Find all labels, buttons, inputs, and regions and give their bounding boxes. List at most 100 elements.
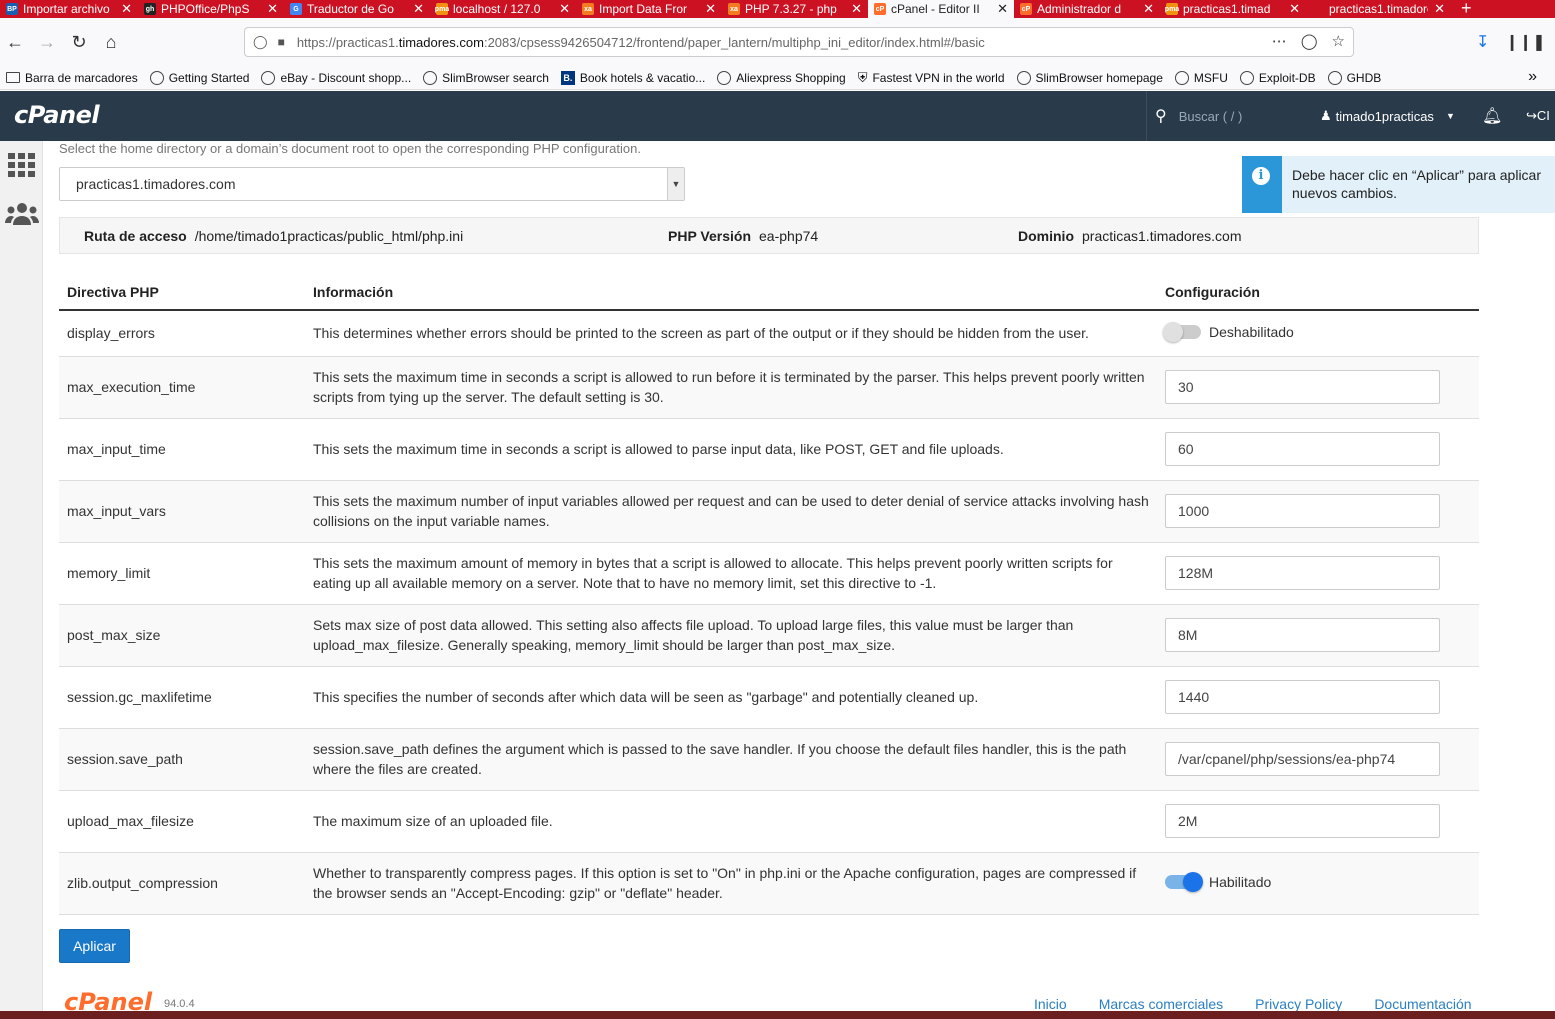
users-icon[interactable] — [5, 201, 39, 227]
bookmark-item[interactable]: Barra de marcadores — [6, 71, 138, 85]
globe-icon — [1174, 70, 1189, 85]
domain-select[interactable]: practicas1.timadores.com ▼ — [59, 167, 685, 201]
cpanel-logo[interactable]: cPanel — [14, 101, 100, 129]
directive-info: This sets the maximum number of input va… — [305, 480, 1157, 543]
bookmark-label: Book hotels & vacatio... — [579, 70, 706, 85]
browser-tab[interactable]: pma localhost / 127.0 ✕ — [430, 0, 576, 18]
bookmark-item[interactable]: ⛨ Fastest VPN in the world — [858, 70, 1005, 86]
config-toggle[interactable]: Deshabilitado — [1163, 322, 1294, 343]
directive-name: memory_limit — [59, 542, 305, 605]
tab-title: Importar archivo — [23, 2, 110, 16]
config-input[interactable]: 8M — [1165, 618, 1440, 652]
chevron-down-icon: ▼ — [667, 168, 684, 200]
bell-icon[interactable]: 🔔︎ — [1482, 106, 1502, 126]
pocket-icon[interactable]: ◯ — [1301, 32, 1318, 50]
page-actions-icon[interactable]: ⋯ — [1272, 32, 1287, 50]
toggle-switch[interactable] — [1165, 872, 1203, 892]
home-button[interactable]: ⌂ — [96, 27, 126, 57]
bookmarks-toolbar: Barra de marcadores Getting Started eBay -… — [0, 66, 1555, 90]
user-menu[interactable]: ♟ timado1practicas ▼ — [1320, 108, 1455, 124]
tab-favicon-icon: pma — [1165, 3, 1179, 15]
forward-button[interactable]: → — [32, 27, 62, 57]
directive-config: /var/cpanel/php/sessions/ea-php74 — [1157, 728, 1479, 791]
directive-info: Sets max size of post data allowed. This… — [305, 604, 1157, 667]
browser-tab[interactable]: pma practicas1.timad ✕ — [1160, 0, 1306, 18]
url-bar[interactable]: ◯ ■ https://practicas1.timadores.com:208… — [244, 27, 1354, 57]
footer-links: Inicio Marcas comerciales Privacy Policy… — [1034, 996, 1472, 1012]
search-input[interactable]: Buscar ( / ) — [1179, 109, 1243, 124]
close-icon[interactable]: ✕ — [413, 1, 424, 17]
browser-tab[interactable]: gh PHPOffice/PhpS ✕ — [138, 0, 284, 18]
close-icon[interactable]: ✕ — [1289, 1, 1300, 17]
footer-link-docs[interactable]: Documentación — [1374, 996, 1471, 1012]
config-input[interactable]: 30 — [1165, 370, 1440, 404]
directive-config: 2M — [1157, 790, 1479, 853]
close-icon[interactable]: ✕ — [267, 1, 278, 17]
browser-tab[interactable]: xa PHP 7.3.27 - php ✕ — [722, 0, 868, 18]
close-icon[interactable]: ✕ — [851, 1, 862, 17]
directive-info: session.save_path defines the argument w… — [305, 728, 1157, 791]
table-row: max_input_vars This sets the maximum numb… — [59, 480, 1479, 543]
table-row: post_max_size Sets max size of post data … — [59, 604, 1479, 667]
more-bookmarks-icon[interactable]: » — [1528, 68, 1537, 86]
close-icon[interactable]: ✕ — [705, 1, 716, 17]
reload-button[interactable]: ↻ — [64, 27, 94, 57]
close-icon[interactable]: ✕ — [1434, 1, 1445, 17]
col-config: Configuración — [1157, 275, 1479, 311]
bookmark-item[interactable]: eBay - Discount shopp... — [261, 70, 411, 85]
footer-link-home[interactable]: Inicio — [1034, 996, 1067, 1012]
close-icon[interactable]: ✕ — [997, 1, 1008, 17]
bookmark-item[interactable]: GHDB — [1327, 70, 1381, 85]
browser-tab[interactable]: xa Import Data Fror ✕ — [576, 0, 722, 18]
browser-tab[interactable]: cP cPanel - Editor II ✕ — [868, 0, 1014, 18]
apply-button[interactable]: Aplicar — [59, 929, 130, 963]
config-toggle[interactable]: Habilitado — [1165, 872, 1271, 892]
config-input[interactable]: 2M — [1165, 804, 1440, 838]
close-icon[interactable]: ✕ — [559, 1, 570, 17]
close-icon[interactable]: ✕ — [121, 1, 132, 17]
download-icon[interactable]: ↧ — [1476, 32, 1489, 52]
toggle-label: Habilitado — [1209, 874, 1272, 890]
tab-favicon-icon: G — [290, 3, 302, 15]
apps-grid-icon[interactable] — [8, 153, 35, 177]
config-input[interactable]: 1000 — [1165, 494, 1440, 528]
bookmark-label: MSFU — [1193, 70, 1228, 85]
bookmark-item[interactable]: Exploit-DB — [1239, 70, 1316, 85]
bookmark-item[interactable]: MSFU — [1174, 70, 1228, 85]
directive-config: 128M — [1157, 542, 1479, 605]
directive-name: upload_max_filesize — [59, 790, 305, 853]
bookmark-label: SlimBrowser search — [442, 70, 549, 85]
browser-tab[interactable]: cP Administrador d ✕ — [1014, 0, 1160, 18]
library-icon[interactable]: ❙❙❚ — [1505, 32, 1545, 52]
booking-icon: B. — [560, 70, 575, 85]
logout-button[interactable]: ↪CI — [1526, 108, 1550, 124]
toggle-label: Deshabilitado — [1209, 324, 1294, 341]
logout-icon: ↪ — [1526, 108, 1537, 123]
bookmark-item[interactable]: Getting Started — [149, 70, 249, 85]
bookmark-item[interactable]: B. Book hotels & vacatio... — [560, 70, 706, 85]
bookmark-star-icon[interactable]: ☆ — [1332, 32, 1345, 50]
bookmark-item[interactable]: SlimBrowser search — [423, 70, 549, 85]
browser-tab[interactable]: G Traductor de Go ✕ — [284, 0, 430, 18]
directive-config: 1440 — [1157, 666, 1479, 729]
browser-tab[interactable]: BP Importar archivo ✕ — [0, 0, 138, 18]
bookmark-item[interactable]: Aliexpress Shopping — [717, 70, 846, 85]
table-row: max_input_time This sets the maximum time… — [59, 418, 1479, 481]
new-tab-button[interactable]: + — [1451, 0, 1482, 18]
config-input[interactable]: 128M — [1165, 556, 1440, 590]
config-input[interactable]: /var/cpanel/php/sessions/ea-php74 — [1165, 742, 1440, 776]
footer-link-trademarks[interactable]: Marcas comerciales — [1099, 996, 1223, 1012]
bookmark-item[interactable]: SlimBrowser homepage — [1016, 70, 1163, 85]
table-row: session.gc_maxlifetime This specifies the… — [59, 666, 1479, 729]
toggle-switch[interactable] — [1163, 322, 1201, 343]
select-hint: Select the home directory or a domain’s … — [59, 141, 641, 156]
config-input[interactable]: 60 — [1165, 432, 1440, 466]
sidebar — [0, 141, 43, 1011]
footer-link-privacy[interactable]: Privacy Policy — [1255, 996, 1342, 1012]
cpanel-search[interactable]: ⚲ Buscar ( / ) — [1146, 91, 1306, 141]
close-icon[interactable]: ✕ — [1143, 1, 1154, 17]
browser-tab[interactable]: practicas1.timadore ✕ — [1306, 0, 1451, 18]
back-button[interactable]: ← — [0, 27, 30, 57]
search-icon: ⚲ — [1155, 108, 1167, 125]
config-input[interactable]: 1440 — [1165, 680, 1440, 714]
